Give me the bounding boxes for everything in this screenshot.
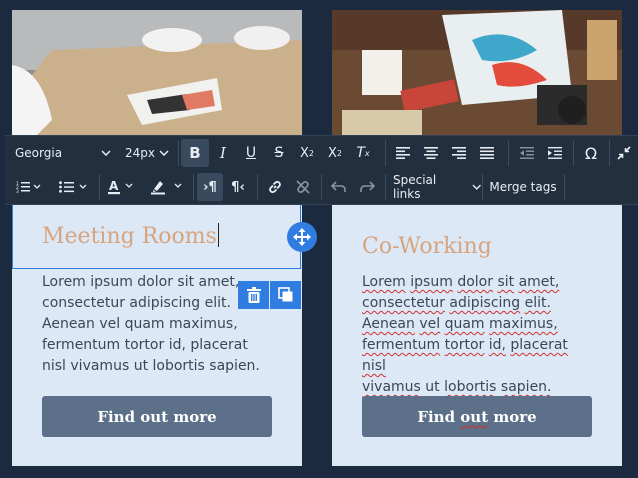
meeting-room-photo	[12, 10, 302, 140]
chevron-down-icon	[101, 150, 111, 156]
special-links-dropdown[interactable]: Special links	[389, 173, 481, 201]
toolbar-row-formatting: Georgia 24px B I U S X2 X2 Tx Ω	[5, 136, 638, 170]
underline-icon[interactable]: U	[237, 139, 265, 167]
rtl-direction-icon[interactable]: ¶‹	[225, 173, 251, 201]
undo-icon[interactable]	[325, 173, 353, 201]
link-icon[interactable]	[261, 173, 289, 201]
selected-heading-block[interactable]: Meeting Rooms	[12, 201, 301, 269]
highlight-color-icon[interactable]	[145, 173, 189, 201]
redo-icon[interactable]	[353, 173, 381, 201]
duplicate-icon[interactable]	[270, 281, 301, 309]
meeting-rooms-heading[interactable]: Meeting Rooms	[42, 223, 219, 249]
find-out-more-button[interactable]: Find out more	[362, 396, 592, 437]
unlink-icon[interactable]	[289, 173, 317, 201]
find-out-more-button[interactable]: Find out more	[42, 396, 272, 437]
superscript-icon[interactable]: X2	[293, 139, 321, 167]
outdent-icon[interactable]	[513, 139, 541, 167]
text-color-icon[interactable]: A	[103, 173, 139, 201]
toolbar-row-insert: 123 A ›¶ ¶‹ Special links Merge tags	[5, 170, 638, 204]
co-working-heading[interactable]: Co-Working	[362, 234, 492, 259]
text-editor-toolbar: Georgia 24px B I U S X2 X2 Tx Ω 1 2 3 A …	[5, 135, 638, 205]
align-center-icon[interactable]	[417, 139, 445, 167]
special-character-icon[interactable]: Ω	[577, 139, 605, 167]
align-justify-icon[interactable]	[473, 139, 501, 167]
move-icon[interactable]	[287, 222, 317, 252]
font-size-select[interactable]: 24px	[119, 139, 175, 167]
svg-text:A: A	[109, 179, 119, 193]
workspace-photo	[332, 10, 622, 140]
text-caret	[217, 223, 219, 247]
chevron-down-icon	[471, 184, 481, 190]
collapse-icon[interactable]	[611, 139, 637, 167]
chevron-down-icon	[159, 150, 169, 156]
co-working-description: Lorem ipsum dolor sit amet, consectetur …	[362, 274, 568, 395]
bulleted-list-icon[interactable]	[53, 173, 95, 201]
ltr-direction-icon[interactable]: ›¶	[197, 173, 223, 201]
align-left-icon[interactable]	[389, 139, 417, 167]
clear-formatting-icon[interactable]: Tx	[349, 139, 377, 167]
font-family-select[interactable]: Georgia	[9, 139, 117, 167]
indent-icon[interactable]	[541, 139, 569, 167]
subscript-icon[interactable]: X2	[321, 139, 349, 167]
delete-icon[interactable]	[238, 281, 269, 309]
svg-text:3: 3	[16, 189, 19, 193]
numbered-list-icon[interactable]: 123	[11, 173, 47, 201]
strikethrough-icon[interactable]: S	[265, 139, 293, 167]
italic-icon[interactable]: I	[209, 139, 237, 167]
merge-tags-button[interactable]: Merge tags	[485, 173, 561, 201]
content-card-co-working: Co-Working Lorem ipsum dolor sit amet, c…	[332, 10, 622, 466]
bold-icon[interactable]: B	[181, 139, 209, 167]
align-right-icon[interactable]	[445, 139, 473, 167]
block-tools	[238, 281, 302, 309]
